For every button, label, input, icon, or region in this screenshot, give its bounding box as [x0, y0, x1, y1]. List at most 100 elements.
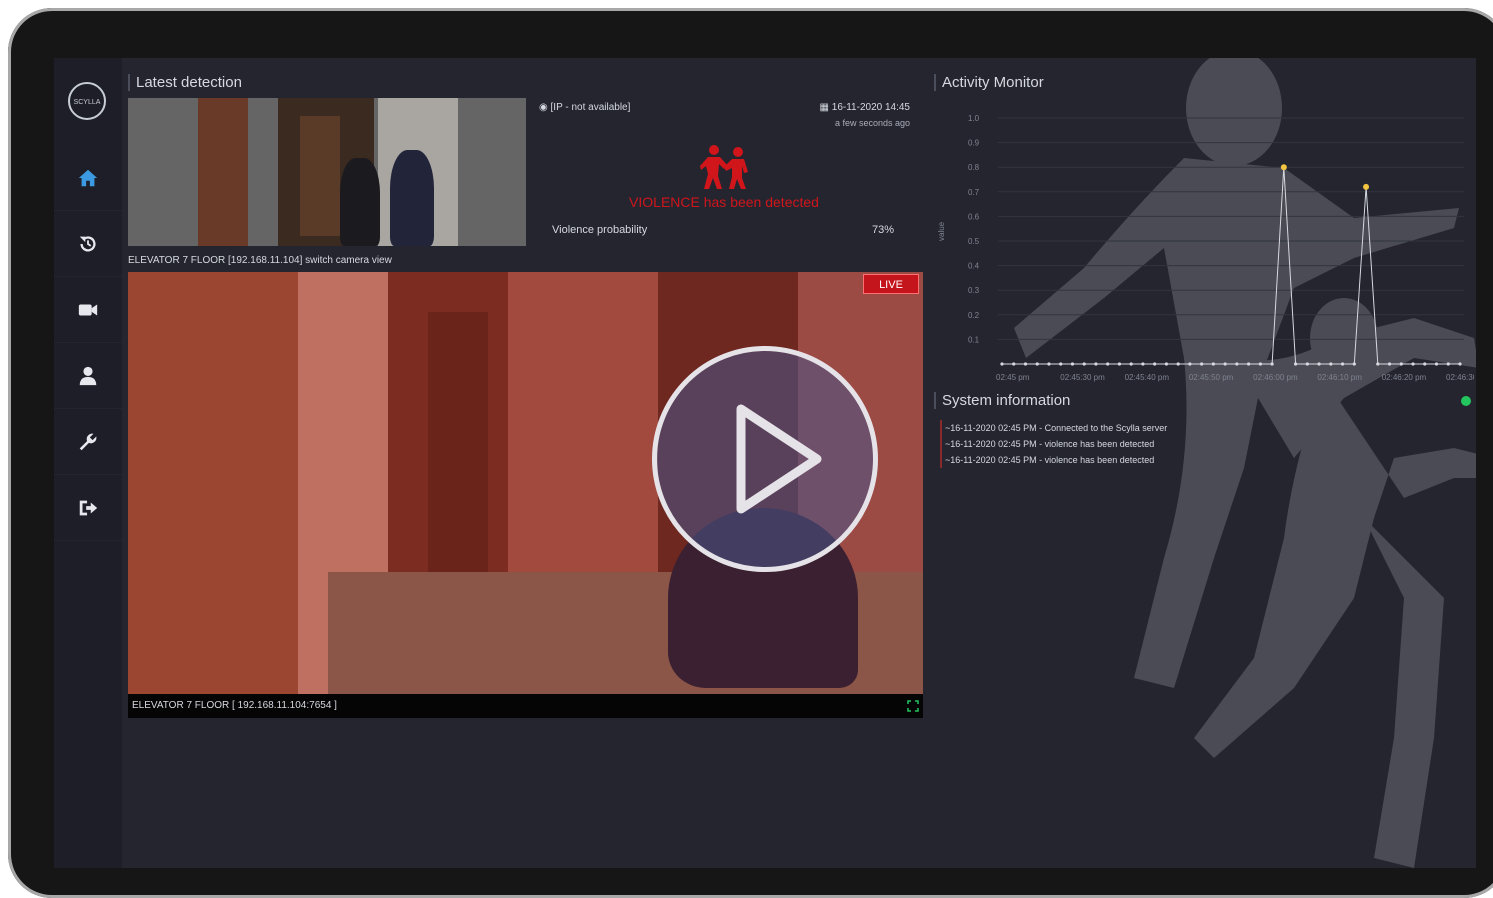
detection-date-text: 16-11-2020 14:45	[831, 102, 910, 113]
data-point	[1247, 362, 1251, 366]
data-point	[1188, 362, 1192, 366]
play-button[interactable]	[652, 346, 878, 572]
data-point	[1235, 362, 1239, 366]
sidebar-item-users[interactable]	[54, 344, 122, 409]
globe-icon: ◉	[539, 102, 551, 113]
detection-date: ▦ 16-11-2020 14:45	[820, 102, 910, 113]
x-tick-label: 02:46:20 pm	[1382, 373, 1427, 382]
sidebar-item-logout[interactable]	[54, 476, 122, 541]
data-point	[1305, 362, 1309, 366]
data-point	[1059, 362, 1063, 366]
y-tick-label: 0.1	[968, 335, 980, 344]
data-point	[1340, 362, 1345, 366]
data-point	[1176, 362, 1180, 366]
data-point	[1329, 362, 1333, 366]
data-point	[1352, 362, 1356, 366]
home-icon	[78, 169, 98, 187]
data-point	[1317, 362, 1321, 366]
data-point	[1094, 362, 1098, 366]
y-tick-label: 0.8	[968, 163, 980, 172]
data-point	[1035, 362, 1039, 366]
data-point	[1012, 362, 1016, 366]
app-screen: SCYLLA Latest detection ◉ [IP - not avai…	[54, 58, 1476, 868]
tablet-frame: SCYLLA Latest detection ◉ [IP - not avai…	[8, 8, 1493, 898]
sidebar: SCYLLA	[54, 58, 122, 868]
y-tick-label: 0.9	[968, 139, 980, 148]
user-icon	[79, 366, 97, 386]
x-tick-label: 02:46:10 pm	[1317, 373, 1362, 382]
y-tick-label: 0.6	[968, 212, 980, 221]
data-point	[1293, 362, 1298, 366]
history-icon	[79, 236, 96, 252]
system-information-title: System information	[934, 392, 1070, 409]
y-axis-label: value	[937, 221, 946, 241]
data-point	[1280, 164, 1287, 171]
y-tick-label: 0.5	[968, 237, 980, 246]
data-point	[1153, 362, 1157, 366]
log-entry: ~16-11-2020 02:45 PM - violence has been…	[940, 452, 1167, 468]
data-point	[1434, 362, 1439, 366]
log-entry: ~16-11-2020 02:45 PM - Connected to the …	[940, 420, 1167, 436]
data-point	[1376, 362, 1380, 366]
data-point	[1258, 362, 1262, 366]
violence-alert: VIOLENCE has been detected	[629, 194, 819, 210]
y-tick-label: 0.3	[968, 286, 980, 295]
x-tick-label: 02:46:00 pm	[1253, 373, 1298, 382]
data-point	[1458, 362, 1462, 366]
data-point	[1164, 362, 1169, 366]
video-footer: ELEVATOR 7 FLOOR [ 192.168.11.104:7654 ]	[128, 694, 923, 718]
ip-info: ◉ [IP - not available]	[539, 102, 630, 113]
activity-monitor-title: Activity Monitor	[934, 74, 1044, 91]
data-point	[1141, 362, 1145, 366]
data-point	[1082, 362, 1086, 366]
data-point	[1070, 362, 1075, 366]
fight-icon	[700, 145, 748, 189]
probability-value: 73%	[872, 224, 895, 236]
wrench-icon	[79, 433, 97, 451]
sidebar-item-home[interactable]	[54, 146, 122, 211]
x-tick-label: 02:45:30 pm	[1060, 373, 1105, 382]
sidebar-item-history[interactable]	[54, 212, 122, 277]
camera-caption[interactable]: ELEVATOR 7 FLOOR [192.168.11.104] switch…	[128, 255, 392, 266]
data-point	[1223, 362, 1227, 366]
data-point	[1106, 362, 1110, 366]
data-point	[1047, 362, 1051, 366]
data-point	[1200, 362, 1204, 366]
data-point	[1270, 362, 1274, 366]
data-point	[1117, 362, 1122, 366]
data-point	[1211, 362, 1215, 366]
data-point	[1363, 183, 1370, 190]
connection-status-indicator	[1461, 396, 1471, 406]
camera-icon	[78, 304, 98, 316]
y-tick-label: 0.2	[968, 311, 980, 320]
y-tick-label: 0.7	[968, 188, 980, 197]
y-tick-label: 1.0	[968, 114, 980, 123]
data-point	[1446, 362, 1450, 366]
data-point	[1023, 362, 1028, 366]
activity-chart: 1.0 0.9 0.8 0.7 0.6 0.5 0.4 0.3 0.2 0.1 value 02:45…	[937, 114, 1474, 382]
x-tick-label: 02:46:30 pm	[1446, 373, 1474, 382]
log-entry: ~16-11-2020 02:45 PM - violence has been…	[940, 436, 1167, 452]
x-tick-label: 02:45:40 pm	[1125, 373, 1170, 382]
sidebar-item-settings[interactable]	[54, 410, 122, 475]
system-log-list: ~16-11-2020 02:45 PM - Connected to the …	[940, 420, 1167, 468]
x-tick-label: 02:45 pm	[996, 373, 1030, 382]
probability-label: Violence probability	[552, 224, 648, 236]
data-point	[1399, 362, 1403, 366]
x-tick-label: 02:45:50 pm	[1189, 373, 1234, 382]
app-logo[interactable]: SCYLLA	[68, 82, 106, 120]
play-icon	[736, 404, 822, 514]
data-point	[1411, 362, 1415, 366]
calendar-icon: ▦	[819, 102, 832, 113]
latest-detection-title: Latest detection	[128, 74, 242, 91]
detection-thumbnail[interactable]	[128, 98, 526, 246]
fullscreen-icon[interactable]	[907, 700, 919, 712]
ip-text: [IP - not available]	[550, 102, 631, 113]
data-point	[1423, 362, 1427, 366]
live-badge: LIVE	[863, 274, 919, 294]
y-tick-label: 0.4	[968, 262, 980, 271]
data-point	[1129, 362, 1133, 366]
detection-ago: a few seconds ago	[834, 118, 910, 128]
logout-icon	[79, 500, 98, 516]
sidebar-item-cameras[interactable]	[54, 278, 122, 343]
